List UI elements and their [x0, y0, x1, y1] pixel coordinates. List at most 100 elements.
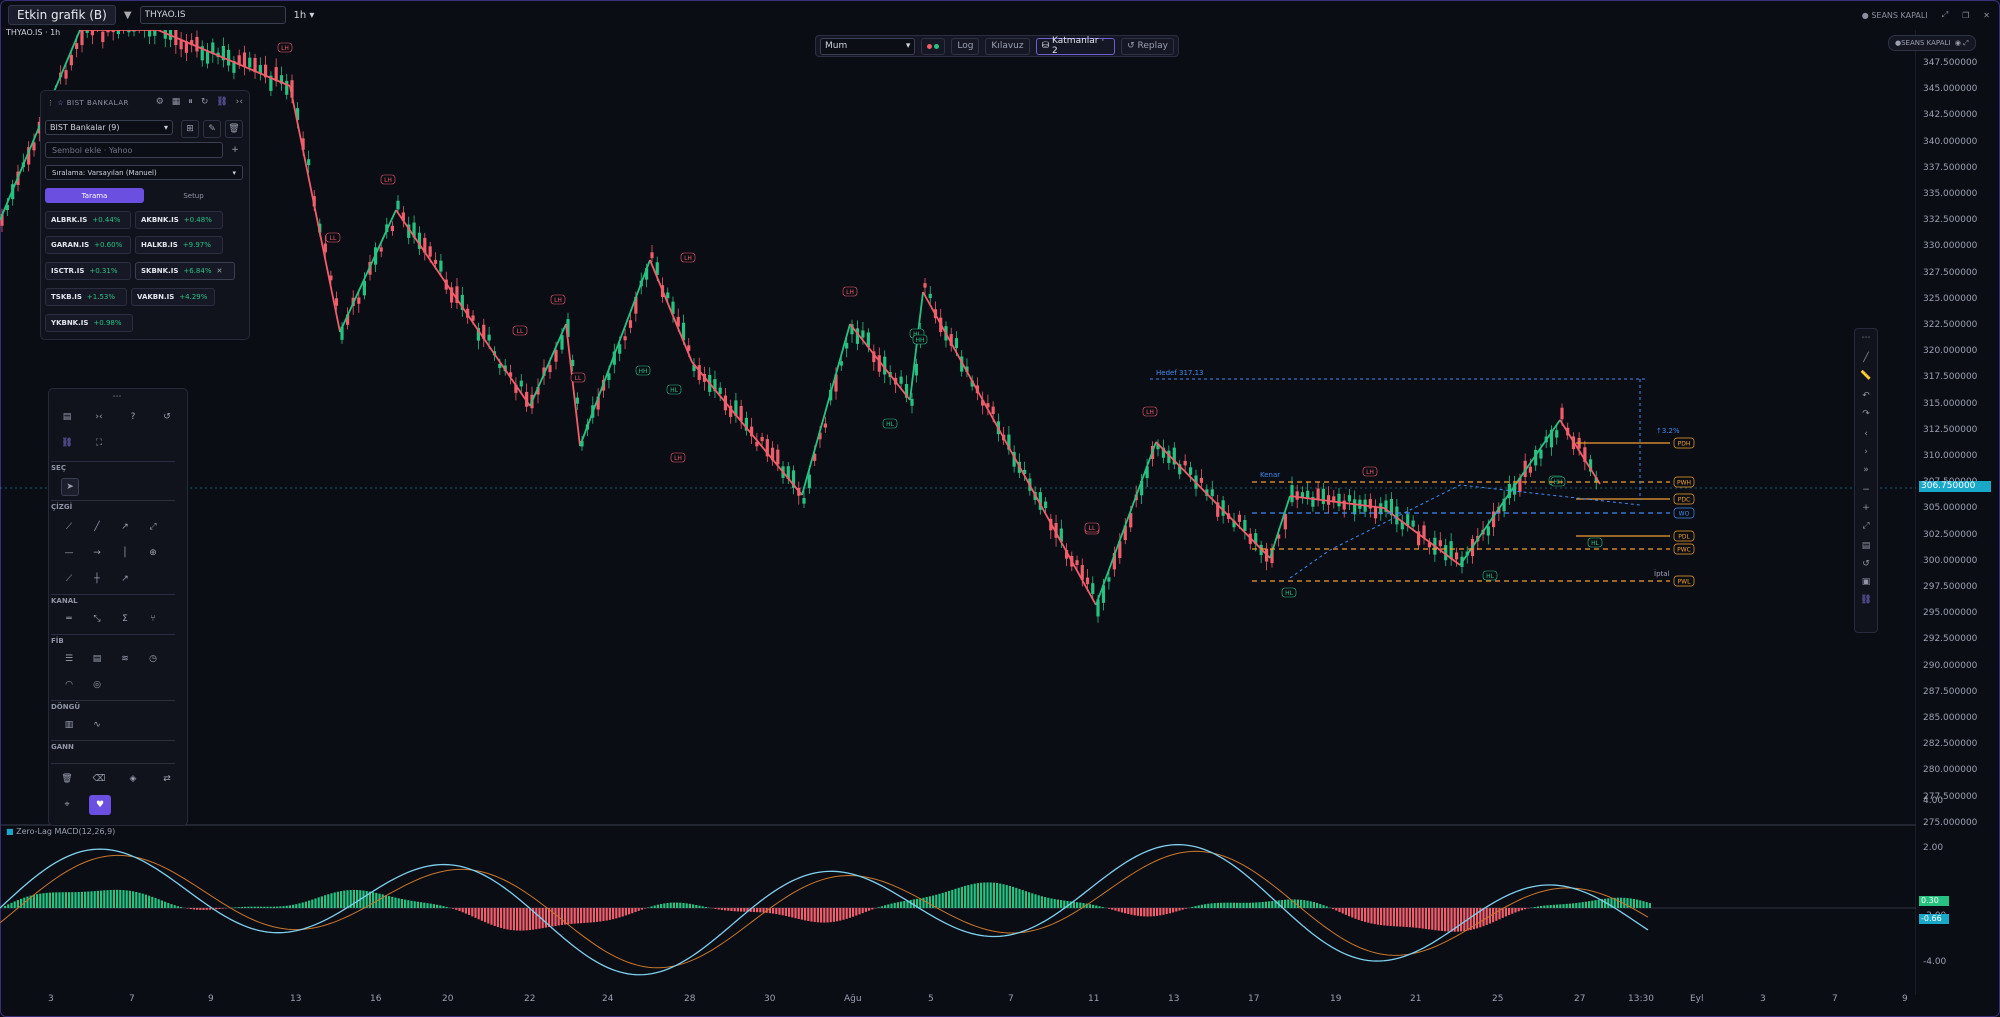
star-icon[interactable]: ☆ — [57, 99, 64, 107]
cycle-lines-icon[interactable]: ▥ — [61, 717, 77, 733]
chevron-left-icon[interactable]: ‹ — [1858, 429, 1874, 443]
tab-tarama[interactable]: Tarama — [45, 188, 144, 203]
parallel-channel-icon[interactable]: ═ — [61, 611, 77, 627]
ruler-icon[interactable]: 📏 — [1858, 371, 1874, 385]
settings-icon[interactable]: ⚙ — [156, 97, 164, 107]
zoom-in-icon[interactable]: + — [1858, 503, 1874, 517]
time-axis-label: 9 — [208, 994, 214, 1004]
vertical-line-icon[interactable]: │ — [117, 545, 133, 561]
link-icon[interactable]: ⛓ — [59, 435, 75, 451]
reset-icon[interactable]: ↺ — [1858, 559, 1874, 573]
info-line-icon[interactable]: ⟋ — [61, 571, 77, 587]
drag-handle-icon[interactable]: ⋮ — [47, 99, 55, 107]
fib-channel-icon[interactable]: ≋ — [117, 651, 133, 667]
price-chart[interactable]: LHLHLLLHLLLHLLLHHHHLLHLLHLHHLHLHHLHLHHHL… — [0, 30, 1916, 995]
table-icon[interactable]: ▤ — [59, 409, 75, 425]
pitchfork-icon[interactable]: ⑂ — [145, 611, 161, 627]
layers-button[interactable]: ⛁ Katmanlar · 2 — [1035, 36, 1116, 56]
collapse-icon[interactable]: ›‹ — [236, 97, 243, 107]
tab-setup[interactable]: Setup — [144, 188, 243, 203]
fit-icon[interactable]: ⤢ — [1858, 521, 1874, 535]
macd-histogram-bar — [832, 908, 835, 922]
fib-extension-icon[interactable]: ▤ — [89, 651, 105, 667]
guide-button[interactable]: Kılavuz — [985, 37, 1030, 55]
folder-icon[interactable]: ⊞ — [181, 120, 199, 138]
hide-icon[interactable]: ◈ — [125, 771, 141, 787]
chevron-down-icon[interactable]: ▼ — [124, 10, 132, 21]
regression-icon[interactable]: ⤡ — [89, 611, 105, 627]
chart-title-button[interactable]: Etkin grafik (B) — [8, 5, 116, 25]
line-tool-icon[interactable]: ╱ — [1858, 353, 1874, 367]
watchlist-item[interactable]: AKBNK.IS +0.48% — [135, 211, 223, 229]
replay-button[interactable]: ↺ Replay — [1121, 37, 1174, 55]
undo-icon[interactable]: ↺ — [159, 409, 175, 425]
horizontal-line-icon[interactable]: — — [61, 545, 77, 561]
zoom-out-icon[interactable]: − — [1858, 485, 1874, 499]
watchlist-item[interactable]: YKBNK.IS +0.98% — [45, 314, 133, 332]
symbol-input[interactable] — [139, 6, 286, 24]
remove-icon[interactable]: ✕ — [217, 267, 223, 275]
ray-icon[interactable]: ↗ — [117, 519, 133, 535]
watchlist-item[interactable]: GARAN.IS +0.60% — [45, 236, 131, 254]
sine-icon[interactable]: ∿ — [89, 717, 105, 733]
favorite-icon[interactable]: ♥ — [89, 795, 111, 815]
redo-icon[interactable]: ↷ — [1858, 409, 1874, 423]
crosshair-icon[interactable]: ⊕ — [145, 545, 161, 561]
expand-icon[interactable]: ⤢ — [1942, 10, 1948, 20]
watchlist-item[interactable]: SKBNK.IS +6.84% ✕ — [135, 262, 235, 280]
horizontal-ray-icon[interactable]: → — [89, 545, 105, 561]
screenshot-icon[interactable]: ▣ — [1858, 577, 1874, 591]
watchlist-item[interactable]: ALBRK.IS +0.44% — [45, 211, 131, 229]
close-icon[interactable]: ✕ — [1983, 11, 1990, 20]
grid-icon[interactable]: ▦ — [172, 97, 181, 107]
arrow-icon[interactable]: ↗ — [117, 571, 133, 587]
double-chevron-icon[interactable]: » — [1858, 465, 1874, 479]
color-toggle-button[interactable] — [921, 37, 946, 55]
pin-icon[interactable]: ⌖ — [59, 797, 75, 813]
cross-line-icon[interactable]: ┼ — [89, 571, 105, 587]
undo-icon[interactable]: ↶ — [1858, 391, 1874, 405]
link-icon[interactable]: ⛓ — [1858, 595, 1874, 609]
fib-retracement-icon[interactable]: ☰ — [61, 651, 77, 667]
watchlist-select[interactable]: BIST Bankalar (9) ▾ — [45, 120, 173, 135]
fullscreen-icon[interactable]: ⛶ — [91, 435, 107, 451]
table-icon[interactable]: ▤ — [1858, 541, 1874, 555]
pause-icon[interactable]: ⏸ — [188, 97, 193, 107]
refresh-icon[interactable]: ↻ — [201, 97, 209, 107]
trash-icon[interactable]: 🗑 — [225, 120, 243, 138]
camera-icon[interactable]: ◉ — [1955, 39, 1961, 47]
edit-icon[interactable]: ✎ — [203, 120, 221, 138]
add-symbol-input[interactable]: Sembol ekle · Yahoo — [45, 142, 223, 158]
watchlist-item[interactable]: HALKB.IS +9.97% — [135, 236, 223, 254]
delete-icon[interactable]: 🗑 — [59, 771, 75, 787]
fib-time-icon[interactable]: ◷ — [145, 651, 161, 667]
log-button[interactable]: Log — [951, 37, 980, 55]
timeframe-select[interactable]: 1h ▾ — [294, 10, 315, 21]
eraser-icon[interactable]: ⌫ — [91, 771, 107, 787]
trendline-icon[interactable]: ╱ — [89, 519, 105, 535]
chevron-right-icon[interactable]: › — [1858, 447, 1874, 461]
watchlist-item[interactable]: TSKB.IS +1.53% — [45, 288, 127, 306]
candle-body — [439, 260, 443, 272]
fullscreen-icon[interactable]: ⤢ — [1963, 39, 1969, 48]
polyline-icon[interactable]: ⟋ — [61, 519, 77, 535]
drag-handle-icon[interactable]: ⋯ — [109, 389, 125, 405]
sigma-icon[interactable]: Σ — [117, 611, 133, 627]
collapse-icon[interactable]: ›‹ — [91, 409, 107, 425]
swap-icon[interactable]: ⇄ — [159, 771, 175, 787]
help-icon[interactable]: ? — [125, 409, 141, 425]
watchlist-item[interactable]: VAKBN.IS +4.29% — [131, 288, 215, 306]
extended-line-icon[interactable]: ⤢ — [145, 519, 161, 535]
sort-select[interactable]: Sıralama: Varsayılan (Manuel) ▾ — [45, 165, 243, 180]
section-label-dongu: DÖNGÜ — [51, 703, 81, 711]
link-icon[interactable]: ⛓ — [216, 97, 227, 107]
fib-arc-icon[interactable]: ◠ — [61, 677, 77, 693]
watchlist-item[interactable]: ISCTR.IS +0.31% — [45, 262, 131, 280]
add-icon[interactable]: + — [227, 142, 243, 158]
candle-body — [1243, 519, 1247, 531]
chart-type-select[interactable]: Mum ▾ — [820, 37, 916, 55]
fib-circle-icon[interactable]: ◎ — [89, 677, 105, 693]
cursor-icon[interactable]: ➤ — [61, 478, 79, 496]
more-icon[interactable]: ⋯ — [1858, 333, 1874, 347]
window-icon[interactable]: ❐ — [1962, 11, 1969, 20]
